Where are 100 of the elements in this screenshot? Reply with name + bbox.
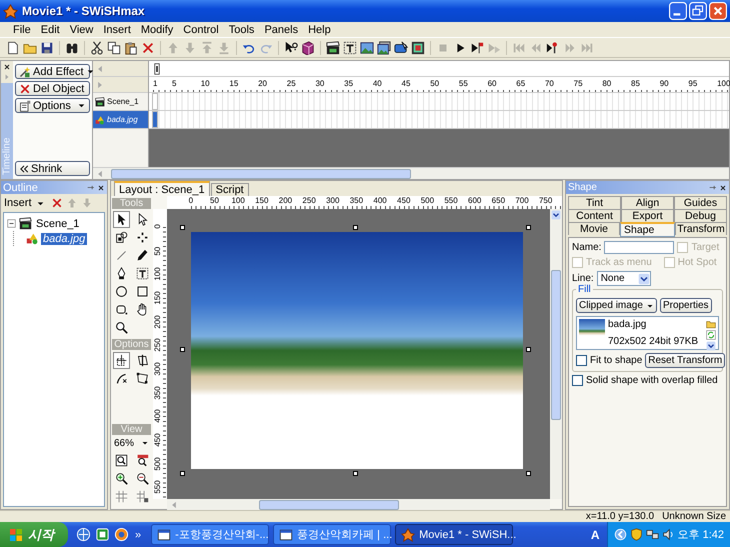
zoom-out-icon[interactable] <box>134 470 151 487</box>
scissors-icon[interactable] <box>90 40 104 54</box>
menu-item[interactable]: Edit <box>36 22 65 36</box>
pointer-icon[interactable] <box>113 211 130 228</box>
tab[interactable]: Shape <box>620 222 675 237</box>
book-icon[interactable] <box>301 40 315 54</box>
menu-item[interactable]: Insert <box>98 22 136 36</box>
selection-handle[interactable] <box>526 347 531 352</box>
menu-item[interactable]: File <box>8 22 36 36</box>
tab[interactable]: Content <box>568 209 621 222</box>
pin-icon[interactable] <box>86 183 95 192</box>
show-hidden-icon[interactable] <box>614 528 627 541</box>
play-flag-icon[interactable] <box>470 40 484 54</box>
push-button[interactable]: Del Object <box>15 81 90 96</box>
properties-button[interactable]: Properties <box>660 298 712 313</box>
scrollbar-thumb[interactable] <box>259 500 399 510</box>
close-icon[interactable] <box>719 184 727 192</box>
chevron-down-icon[interactable] <box>706 341 716 351</box>
name-field[interactable] <box>604 241 674 254</box>
line-select[interactable]: None <box>596 271 651 286</box>
menu-item[interactable]: Panels <box>259 22 304 36</box>
snap-icon[interactable] <box>134 488 151 505</box>
selection-handle[interactable] <box>180 347 185 352</box>
scroll-up-icon[interactable] <box>551 210 561 220</box>
selection-handle[interactable] <box>353 471 358 476</box>
paste-icon[interactable] <box>124 40 138 54</box>
browser-icon[interactable] <box>114 527 129 542</box>
tab[interactable]: Tint <box>568 196 621 209</box>
reset-transform-button[interactable]: Reset Transform <box>645 353 726 368</box>
scrollbar[interactable] <box>550 209 562 499</box>
clapperboard-icon[interactable] <box>326 40 340 54</box>
ellipse-icon[interactable] <box>113 283 130 300</box>
play-marker-icon[interactable] <box>546 40 560 54</box>
tab[interactable]: Guides <box>674 196 727 209</box>
fill-transform-icon[interactable] <box>113 229 130 246</box>
scrollbar-thumb[interactable] <box>551 270 561 420</box>
scrollbar[interactable] <box>167 498 550 511</box>
copy-icon[interactable] <box>107 40 121 54</box>
tab[interactable]: Movie <box>568 222 620 235</box>
dropdown-button[interactable]: Add Effect <box>15 64 90 79</box>
tab[interactable]: Align <box>621 196 674 209</box>
zoom-in-icon[interactable] <box>113 470 130 487</box>
restore-icon[interactable] <box>689 2 707 20</box>
pin-icon[interactable] <box>708 183 717 192</box>
selection-handle[interactable] <box>180 225 185 230</box>
start-button[interactable]: 시작 <box>0 522 68 547</box>
taskbar-button[interactable]: 풍경산악회카페 | ... <box>273 524 392 545</box>
network-icon[interactable] <box>646 528 659 541</box>
keyframe-cell[interactable] <box>152 111 158 128</box>
selection-handle[interactable] <box>526 225 531 230</box>
binoculars-icon[interactable] <box>65 40 79 54</box>
picture-stack-icon[interactable] <box>377 40 391 54</box>
menu-item[interactable]: Tools <box>224 22 260 36</box>
distort-icon[interactable] <box>134 370 151 387</box>
scrollbar-thumb[interactable] <box>111 168 411 178</box>
tab[interactable]: Export <box>621 209 674 222</box>
menu-item[interactable]: Control <box>178 22 224 36</box>
tab[interactable]: Debug <box>674 209 727 222</box>
button-shape-icon[interactable] <box>394 40 408 54</box>
new-page-icon[interactable] <box>6 40 20 54</box>
taskbar-button[interactable]: -포항풍경산악회-... <box>151 524 270 545</box>
overflow-chevron[interactable]: » <box>133 528 144 540</box>
shield-icon[interactable] <box>630 528 643 541</box>
taskbar-button[interactable]: Movie1 * - SWiSH... <box>395 524 514 545</box>
dropdown-button[interactable]: Options <box>15 98 90 113</box>
help-icon[interactable] <box>284 40 298 54</box>
scrollbar[interactable] <box>93 167 729 179</box>
tab[interactable]: Script <box>210 183 249 196</box>
sprite-box-icon[interactable] <box>411 40 425 54</box>
zoom-icon[interactable] <box>113 319 130 336</box>
minimize-icon[interactable] <box>669 2 687 20</box>
selection-handle[interactable] <box>353 225 358 230</box>
menu-item[interactable]: Modify <box>136 22 178 36</box>
menu-item[interactable]: View <box>64 22 98 36</box>
selection-handle[interactable] <box>526 471 531 476</box>
insert-menu-button[interactable]: Insert <box>4 197 48 209</box>
selection-handle[interactable] <box>180 471 185 476</box>
globe-icon[interactable] <box>76 527 91 542</box>
resize-icon[interactable] <box>113 352 130 369</box>
text-tool-icon[interactable] <box>134 265 151 282</box>
keyframe-cell[interactable] <box>152 93 158 110</box>
close-icon[interactable] <box>97 184 105 192</box>
checkbox[interactable] <box>572 375 583 386</box>
delete-icon[interactable] <box>141 40 155 54</box>
tree-item[interactable]: bada.jpg <box>41 232 88 244</box>
save-icon[interactable] <box>40 40 54 54</box>
folder-icon[interactable] <box>706 319 716 329</box>
menu-item[interactable]: Help <box>303 22 336 36</box>
image-icon[interactable] <box>360 40 374 54</box>
fill-type-dropdown[interactable]: Clipped image <box>576 298 657 313</box>
collapse-icon[interactable] <box>6 218 17 229</box>
zoom-fit-icon[interactable] <box>113 452 130 469</box>
ime-indicator[interactable]: A <box>588 528 603 542</box>
layer-row[interactable]: bada.jpg <box>93 111 148 129</box>
close-icon[interactable] <box>3 63 11 71</box>
tab[interactable]: Layout : Scene_1 <box>114 181 210 196</box>
tab[interactable]: Transform <box>675 222 727 235</box>
speaker-icon[interactable] <box>662 528 675 541</box>
checkbox[interactable] <box>576 355 587 366</box>
text-tool-icon[interactable] <box>343 40 357 54</box>
